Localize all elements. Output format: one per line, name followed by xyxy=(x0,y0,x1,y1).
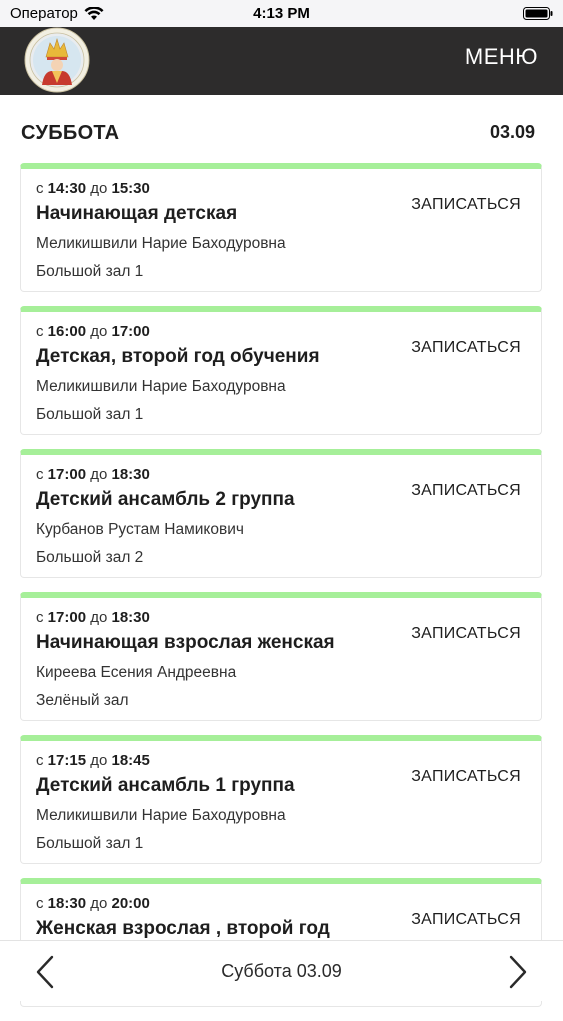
lesson-title: Детский ансамбль 1 группа xyxy=(36,775,295,796)
lesson-room: Большой зал 1 xyxy=(36,406,144,423)
current-day-label: Суббота 03.09 xyxy=(221,961,342,981)
time-to-prefix: до xyxy=(90,895,108,912)
lesson-time: с 16:00 до 17:00 xyxy=(36,323,150,340)
menu-button[interactable]: МЕНЮ xyxy=(465,44,538,70)
time-end: 18:45 xyxy=(111,752,150,769)
day-title: СУББОТА xyxy=(21,122,120,144)
lesson-card[interactable]: с 14:30 до 15:30 Начинающая детская Мели… xyxy=(20,163,542,292)
time-from-prefix: с xyxy=(36,609,44,626)
time-end: 18:30 xyxy=(111,609,150,626)
lesson-card[interactable]: с 17:00 до 18:30 Детский ансамбль 2 груп… xyxy=(20,449,542,578)
lesson-room: Зелёный зал xyxy=(36,692,129,709)
time-start: 17:15 xyxy=(47,752,87,769)
lesson-time: с 14:30 до 15:30 xyxy=(36,180,150,197)
time-end: 18:30 xyxy=(111,466,150,483)
signup-button[interactable]: ЗАПИСАТЬСЯ xyxy=(411,625,521,643)
lesson-time: с 18:30 до 20:00 xyxy=(36,895,150,912)
time-from-prefix: с xyxy=(36,895,44,912)
time-end: 20:00 xyxy=(111,895,150,912)
lesson-title: Детская, второй год обучения xyxy=(36,346,320,367)
day-date: 03.09 xyxy=(489,122,535,142)
time-start: 14:30 xyxy=(47,180,87,197)
lesson-title: Начинающая взрослая женская xyxy=(36,632,335,653)
status-bar: Оператор 4:13 PM xyxy=(0,0,563,27)
signup-button[interactable]: ЗАПИСАТЬСЯ xyxy=(411,911,521,929)
status-time: 4:13 PM xyxy=(253,5,310,22)
lesson-teacher: Меликишвили Нарие Баходуровна xyxy=(36,378,286,395)
time-to-prefix: до xyxy=(90,323,108,340)
time-start: 17:00 xyxy=(47,609,87,626)
time-from-prefix: с xyxy=(36,323,44,340)
signup-button[interactable]: ЗАПИСАТЬСЯ xyxy=(411,339,521,357)
lesson-teacher: Киреева Есения Андреевна xyxy=(36,664,237,681)
time-to-prefix: до xyxy=(90,609,108,626)
time-to-prefix: до xyxy=(90,752,108,769)
time-start: 17:00 xyxy=(47,466,87,483)
lesson-title: Начинающая детская xyxy=(36,203,238,224)
lesson-teacher: Меликишвили Нарие Баходуровна xyxy=(36,807,286,824)
time-start: 18:30 xyxy=(47,895,87,912)
lesson-room: Большой зал 1 xyxy=(36,263,144,280)
time-from-prefix: с xyxy=(36,752,44,769)
lesson-room: Большой зал 1 xyxy=(36,835,144,852)
time-from-prefix: с xyxy=(36,466,44,483)
time-to-prefix: до xyxy=(90,466,108,483)
lesson-title: Детский ансамбль 2 группа xyxy=(36,489,295,510)
lesson-teacher: Меликишвили Нарие Баходуровна xyxy=(36,235,286,252)
signup-button[interactable]: ЗАПИСАТЬСЯ xyxy=(411,768,521,786)
lesson-card[interactable]: с 16:00 до 17:00 Детская, второй год обу… xyxy=(20,306,542,435)
time-from-prefix: с xyxy=(36,180,44,197)
time-to-prefix: до xyxy=(90,180,108,197)
app-header: МЕНЮ xyxy=(0,27,563,95)
lesson-room: Большой зал 2 xyxy=(36,549,144,566)
lesson-title: Женская взрослая , второй год xyxy=(36,918,330,939)
time-end: 15:30 xyxy=(111,180,150,197)
lesson-time: с 17:00 до 18:30 xyxy=(36,609,150,626)
signup-button[interactable]: ЗАПИСАТЬСЯ xyxy=(411,482,521,500)
bottom-navigation: Суббота 03.09 xyxy=(0,940,563,1001)
battery-icon xyxy=(523,7,553,20)
lesson-time: с 17:00 до 18:30 xyxy=(36,466,150,483)
lesson-card[interactable]: с 17:00 до 18:30 Начинающая взрослая жен… xyxy=(20,592,542,721)
lesson-teacher: Курбанов Рустам Намикович xyxy=(36,521,244,538)
chevron-right-icon[interactable] xyxy=(503,955,533,989)
logo[interactable] xyxy=(24,27,90,93)
time-end: 17:00 xyxy=(111,323,150,340)
time-start: 16:00 xyxy=(47,323,87,340)
lesson-time: с 17:15 до 18:45 xyxy=(36,752,150,769)
lesson-list: с 14:30 до 15:30 Начинающая детская Мели… xyxy=(20,163,542,1021)
signup-button[interactable]: ЗАПИСАТЬСЯ xyxy=(411,196,521,214)
lesson-card[interactable]: с 17:15 до 18:45 Детский ансамбль 1 груп… xyxy=(20,735,542,864)
